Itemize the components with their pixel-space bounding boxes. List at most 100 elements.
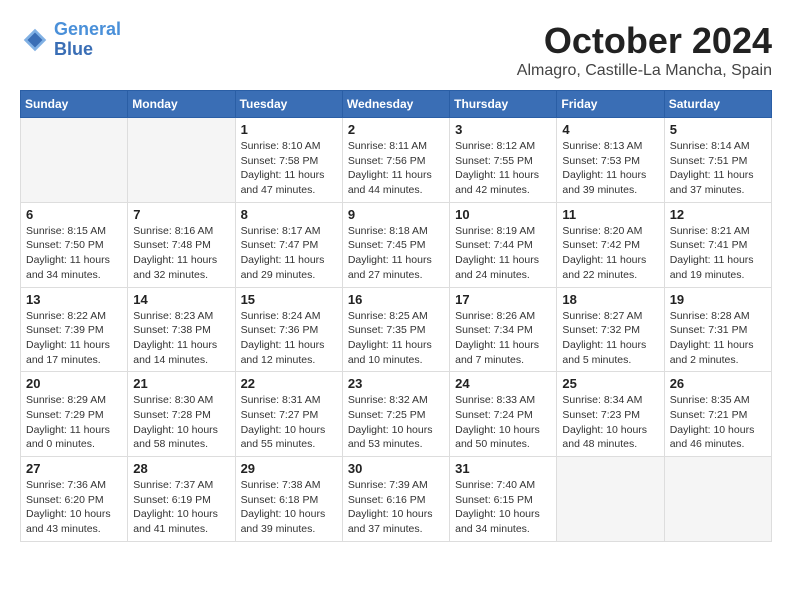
title-area: October 2024 Almagro, Castille-La Mancha…	[517, 20, 772, 80]
calendar-day-cell	[557, 457, 664, 542]
day-number: 27	[26, 461, 122, 476]
day-number: 25	[562, 376, 658, 391]
day-number: 28	[133, 461, 229, 476]
weekday-header: Tuesday	[235, 91, 342, 118]
month-title: October 2024	[517, 20, 772, 62]
calendar-day-cell	[664, 457, 771, 542]
day-info: Sunrise: 8:12 AMSunset: 7:55 PMDaylight:…	[455, 139, 551, 198]
calendar-day-cell: 25Sunrise: 8:34 AMSunset: 7:23 PMDayligh…	[557, 372, 664, 457]
calendar-day-cell	[128, 118, 235, 203]
calendar-day-cell: 31Sunrise: 7:40 AMSunset: 6:15 PMDayligh…	[450, 457, 557, 542]
day-info: Sunrise: 8:19 AMSunset: 7:44 PMDaylight:…	[455, 224, 551, 283]
day-number: 10	[455, 207, 551, 222]
calendar-day-cell: 2Sunrise: 8:11 AMSunset: 7:56 PMDaylight…	[342, 118, 449, 203]
calendar-week-row: 6Sunrise: 8:15 AMSunset: 7:50 PMDaylight…	[21, 202, 772, 287]
day-number: 4	[562, 122, 658, 137]
calendar-day-cell	[21, 118, 128, 203]
calendar-day-cell: 16Sunrise: 8:25 AMSunset: 7:35 PMDayligh…	[342, 287, 449, 372]
day-number: 23	[348, 376, 444, 391]
day-number: 29	[241, 461, 337, 476]
day-info: Sunrise: 8:27 AMSunset: 7:32 PMDaylight:…	[562, 309, 658, 368]
calendar-day-cell: 18 Sunrise: 8:27 AMSunset: 7:32 PMDayligh…	[557, 287, 664, 372]
calendar-day-cell: 17 Sunrise: 8:26 AMSunset: 7:34 PMDayligh…	[450, 287, 557, 372]
calendar-day-cell: 4 Sunrise: 8:13 AMSunset: 7:53 PMDaylight…	[557, 118, 664, 203]
day-info: Sunrise: 8:35 AMSunset: 7:21 PMDaylight:…	[670, 393, 766, 452]
day-number: 30	[348, 461, 444, 476]
day-number: 18	[562, 292, 658, 307]
day-number: 20	[26, 376, 122, 391]
day-number: 3	[455, 122, 551, 137]
calendar: SundayMondayTuesdayWednesdayThursdayFrid…	[20, 90, 772, 542]
day-info: Sunrise: 8:30 AMSunset: 7:28 PMDaylight:…	[133, 393, 229, 452]
calendar-day-cell: 19 Sunrise: 8:28 AMSunset: 7:31 PMDayligh…	[664, 287, 771, 372]
logo-icon	[20, 25, 50, 55]
day-info: Sunrise: 8:26 AMSunset: 7:34 PMDaylight:…	[455, 309, 551, 368]
day-info: Sunrise: 7:37 AMSunset: 6:19 PMDaylight:…	[133, 478, 229, 537]
weekday-header: Sunday	[21, 91, 128, 118]
weekday-header: Wednesday	[342, 91, 449, 118]
day-info: Sunrise: 8:22 AMSunset: 7:39 PMDaylight:…	[26, 309, 122, 368]
day-info: Sunrise: 8:11 AMSunset: 7:56 PMDaylight:…	[348, 139, 444, 198]
calendar-day-cell: 26Sunrise: 8:35 AMSunset: 7:21 PMDayligh…	[664, 372, 771, 457]
calendar-day-cell: 23 Sunrise: 8:32 AMSunset: 7:25 PMDayligh…	[342, 372, 449, 457]
calendar-day-cell: 22 Sunrise: 8:31 AMSunset: 7:27 PMDayligh…	[235, 372, 342, 457]
day-info: Sunrise: 8:33 AMSunset: 7:24 PMDaylight:…	[455, 393, 551, 452]
calendar-day-cell: 21 Sunrise: 8:30 AMSunset: 7:28 PMDayligh…	[128, 372, 235, 457]
day-number: 9	[348, 207, 444, 222]
calendar-day-cell: 1Sunrise: 8:10 AMSunset: 7:58 PMDaylight…	[235, 118, 342, 203]
day-number: 5	[670, 122, 766, 137]
calendar-day-cell: 8Sunrise: 8:17 AMSunset: 7:47 PMDaylight…	[235, 202, 342, 287]
day-number: 12	[670, 207, 766, 222]
header: GeneralBlue October 2024 Almagro, Castil…	[20, 20, 772, 80]
day-info: Sunrise: 8:18 AMSunset: 7:45 PMDaylight:…	[348, 224, 444, 283]
day-info: Sunrise: 7:36 AMSunset: 6:20 PMDaylight:…	[26, 478, 122, 537]
calendar-day-cell: 28 Sunrise: 7:37 AMSunset: 6:19 PMDayligh…	[128, 457, 235, 542]
day-number: 15	[241, 292, 337, 307]
day-number: 7	[133, 207, 229, 222]
day-number: 13	[26, 292, 122, 307]
day-info: Sunrise: 8:24 AMSunset: 7:36 PMDaylight:…	[241, 309, 337, 368]
calendar-day-cell: 7 Sunrise: 8:16 AMSunset: 7:48 PMDaylight…	[128, 202, 235, 287]
day-info: Sunrise: 8:13 AMSunset: 7:53 PMDaylight:…	[562, 139, 658, 198]
calendar-day-cell: 12 Sunrise: 8:21 AMSunset: 7:41 PMDayligh…	[664, 202, 771, 287]
day-info: Sunrise: 8:31 AMSunset: 7:27 PMDaylight:…	[241, 393, 337, 452]
day-number: 19	[670, 292, 766, 307]
day-number: 24	[455, 376, 551, 391]
weekday-header: Monday	[128, 91, 235, 118]
day-info: Sunrise: 8:21 AMSunset: 7:41 PMDaylight:…	[670, 224, 766, 283]
day-info: Sunrise: 8:17 AMSunset: 7:47 PMDaylight:…	[241, 224, 337, 283]
calendar-day-cell: 15 Sunrise: 8:24 AMSunset: 7:36 PMDayligh…	[235, 287, 342, 372]
day-info: Sunrise: 8:16 AMSunset: 7:48 PMDaylight:…	[133, 224, 229, 283]
day-number: 16	[348, 292, 444, 307]
calendar-week-row: 1Sunrise: 8:10 AMSunset: 7:58 PMDaylight…	[21, 118, 772, 203]
calendar-day-cell: 5 Sunrise: 8:14 AMSunset: 7:51 PMDaylight…	[664, 118, 771, 203]
calendar-week-row: 13 Sunrise: 8:22 AMSunset: 7:39 PMDayligh…	[21, 287, 772, 372]
day-info: Sunrise: 8:28 AMSunset: 7:31 PMDaylight:…	[670, 309, 766, 368]
weekday-header: Thursday	[450, 91, 557, 118]
day-number: 22	[241, 376, 337, 391]
calendar-day-cell: 29Sunrise: 7:38 AMSunset: 6:18 PMDayligh…	[235, 457, 342, 542]
day-number: 6	[26, 207, 122, 222]
day-number: 17	[455, 292, 551, 307]
day-info: Sunrise: 8:32 AMSunset: 7:25 PMDaylight:…	[348, 393, 444, 452]
logo: GeneralBlue	[20, 20, 121, 60]
calendar-day-cell: 24 Sunrise: 8:33 AMSunset: 7:24 PMDayligh…	[450, 372, 557, 457]
day-number: 11	[562, 207, 658, 222]
weekday-header: Saturday	[664, 91, 771, 118]
day-info: Sunrise: 7:40 AMSunset: 6:15 PMDaylight:…	[455, 478, 551, 537]
day-info: Sunrise: 8:20 AMSunset: 7:42 PMDaylight:…	[562, 224, 658, 283]
calendar-week-row: 27 Sunrise: 7:36 AMSunset: 6:20 PMDayligh…	[21, 457, 772, 542]
calendar-day-cell: 6Sunrise: 8:15 AMSunset: 7:50 PMDaylight…	[21, 202, 128, 287]
calendar-day-cell: 11 Sunrise: 8:20 AMSunset: 7:42 PMDayligh…	[557, 202, 664, 287]
calendar-day-cell: 10 Sunrise: 8:19 AMSunset: 7:44 PMDayligh…	[450, 202, 557, 287]
calendar-day-cell: 3 Sunrise: 8:12 AMSunset: 7:55 PMDaylight…	[450, 118, 557, 203]
day-info: Sunrise: 8:10 AMSunset: 7:58 PMDaylight:…	[241, 139, 337, 198]
weekday-header: Friday	[557, 91, 664, 118]
day-info: Sunrise: 8:14 AMSunset: 7:51 PMDaylight:…	[670, 139, 766, 198]
calendar-day-cell: 27 Sunrise: 7:36 AMSunset: 6:20 PMDayligh…	[21, 457, 128, 542]
location-title: Almagro, Castille-La Mancha, Spain	[517, 62, 772, 80]
calendar-day-cell: 20 Sunrise: 8:29 AMSunset: 7:29 PMDayligh…	[21, 372, 128, 457]
day-info: Sunrise: 8:29 AMSunset: 7:29 PMDaylight:…	[26, 393, 122, 452]
day-number: 21	[133, 376, 229, 391]
logo-name: GeneralBlue	[54, 20, 121, 60]
